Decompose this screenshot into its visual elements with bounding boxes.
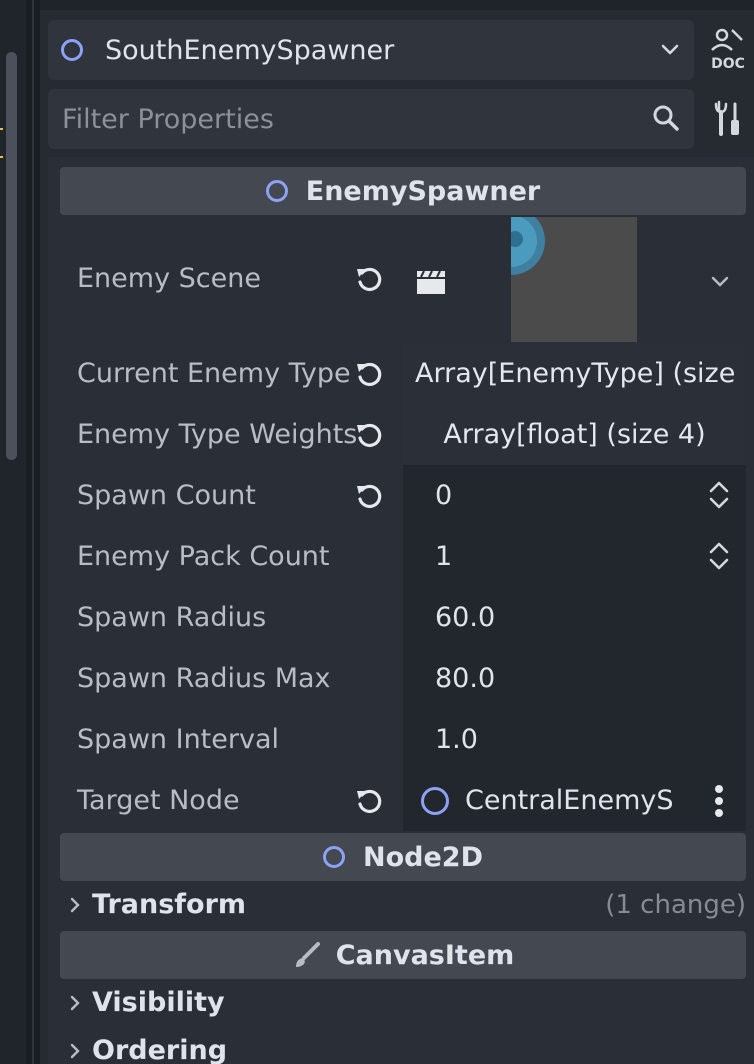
- scene-dock-scrollbar-thumb[interactable]: [6, 52, 17, 460]
- node-selector[interactable]: SouthEnemySpawner: [48, 20, 694, 80]
- prop-row-spawn-radius-max: Spawn Radius Max 80.0: [60, 648, 746, 709]
- array-summary: Array[EnemyType] (size: [415, 358, 736, 389]
- section-title: EnemySpawner: [305, 175, 541, 207]
- filter-properties-box: [48, 89, 694, 149]
- inspector-top-strip: [40, 0, 754, 10]
- node-ring-icon: [421, 787, 449, 815]
- scene-thumbnail[interactable]: [511, 217, 637, 342]
- spawn-interval-field[interactable]: 1.0: [403, 709, 746, 770]
- property-list: EnemySpawner Enemy Scene Current Enemy T…: [48, 157, 754, 1064]
- float-value: 80.0: [435, 663, 496, 694]
- search-icon[interactable]: [652, 104, 680, 132]
- target-node-path-picker[interactable]: CentralEnemyS: [403, 770, 746, 831]
- prop-row-enemy-pack-count: Enemy Pack Count 1: [60, 526, 746, 587]
- revert-icon[interactable]: [354, 264, 384, 294]
- spawn-radius-field[interactable]: 60.0: [403, 587, 746, 648]
- revert-icon[interactable]: [354, 420, 384, 450]
- revert-icon[interactable]: [354, 786, 384, 816]
- spawn-count-spinbox[interactable]: 0: [403, 465, 746, 526]
- more-options-icon[interactable]: [714, 784, 724, 818]
- section-header-canvasitem[interactable]: CanvasItem: [60, 931, 746, 979]
- prop-label: Enemy Type Weights: [77, 419, 358, 450]
- packed-scene-icon: [417, 270, 445, 294]
- editor-window: SouthEnemySpawner DOC Filter Properties …: [0, 0, 754, 1064]
- enemy-pack-count-spinbox[interactable]: 1: [403, 526, 746, 587]
- scene-dock-edge: [0, 0, 26, 1064]
- revert-icon[interactable]: [354, 359, 384, 389]
- prop-label: Spawn Interval: [77, 724, 279, 755]
- group-ordering[interactable]: Ordering: [60, 1027, 746, 1064]
- node-ring-icon: [323, 846, 345, 868]
- section-title: Node2D: [363, 841, 483, 873]
- float-value: 1.0: [435, 724, 478, 755]
- array-editor-button[interactable]: Array[EnemyType] (size: [403, 343, 746, 404]
- array-summary: Array[float] (size 4): [443, 419, 706, 450]
- prop-row-enemy-scene: Enemy Scene: [60, 217, 746, 343]
- prop-label: Spawn Radius: [77, 602, 267, 633]
- prop-row-enemy-type-weights: Enemy Type Weights Array[float] (size 4): [60, 404, 746, 465]
- chevron-right-icon: [70, 897, 80, 913]
- tree-line-marker: [0, 128, 3, 130]
- scene-resource-picker[interactable]: [403, 217, 746, 343]
- prop-value: Array[EnemyType] (size: [403, 343, 746, 404]
- prop-label: Target Node: [77, 785, 240, 816]
- change-count: (1 change): [605, 890, 746, 920]
- section-header-enemyspawner[interactable]: EnemySpawner: [60, 167, 746, 215]
- brush-icon: [295, 942, 320, 967]
- prop-label: Enemy Pack Count: [77, 541, 330, 572]
- prop-value: Array[float] (size 4): [403, 404, 746, 465]
- node-ring-icon: [61, 39, 83, 61]
- spinner-arrows-icon[interactable]: [708, 541, 730, 571]
- scene-preview-graphic: [511, 217, 545, 275]
- group-label: Visibility: [92, 987, 225, 1018]
- group-transform[interactable]: Transform (1 change): [60, 881, 746, 929]
- svg-text:DOC: DOC: [711, 56, 745, 72]
- spawn-radius-max-field[interactable]: 80.0: [403, 648, 746, 709]
- prop-row-target-node: Target Node CentralEnemyS: [60, 770, 746, 831]
- prop-label: Enemy Scene: [77, 263, 261, 294]
- inspector-panel: SouthEnemySpawner DOC Filter Properties …: [40, 0, 754, 1064]
- dock-splitter-line: [32, 0, 34, 1064]
- node-path-value: CentralEnemyS: [465, 785, 674, 816]
- group-label: Ordering: [92, 1035, 228, 1064]
- doc-help-icon[interactable]: DOC: [708, 26, 748, 72]
- section-title: CanvasItem: [335, 939, 515, 971]
- prop-row-spawn-radius: Spawn Radius 60.0: [60, 587, 746, 648]
- selected-node-name: SouthEnemySpawner: [105, 34, 395, 66]
- prop-label: Spawn Count: [77, 480, 256, 511]
- prop-label: Current Enemy Type: [77, 358, 351, 389]
- chevron-down-icon: [661, 44, 679, 55]
- chevron-right-icon: [70, 1043, 80, 1059]
- filter-properties-input[interactable]: [60, 89, 620, 149]
- tools-icon[interactable]: [714, 100, 742, 138]
- spinner-arrows-icon[interactable]: [708, 480, 730, 510]
- revert-icon[interactable]: [354, 481, 384, 511]
- spinbox-value: 0: [435, 480, 453, 511]
- section-header-node2d[interactable]: Node2D: [60, 833, 746, 881]
- prop-row-spawn-interval: Spawn Interval 1.0: [60, 709, 746, 770]
- chevron-down-icon[interactable]: [710, 275, 730, 289]
- chevron-right-icon: [70, 995, 80, 1011]
- tree-line-marker: [0, 156, 3, 158]
- float-value: 60.0: [435, 602, 496, 633]
- node-ring-icon: [265, 180, 288, 202]
- prop-row-spawn-count: Spawn Count 0: [60, 465, 746, 526]
- spinbox-value: 1: [435, 541, 453, 572]
- group-label: Transform: [92, 889, 247, 920]
- prop-row-current-enemy-type: Current Enemy Type Array[EnemyType] (siz…: [60, 343, 746, 404]
- prop-label: Spawn Radius Max: [77, 663, 331, 694]
- array-editor-button[interactable]: Array[float] (size 4): [403, 404, 746, 465]
- group-visibility[interactable]: Visibility: [60, 979, 746, 1027]
